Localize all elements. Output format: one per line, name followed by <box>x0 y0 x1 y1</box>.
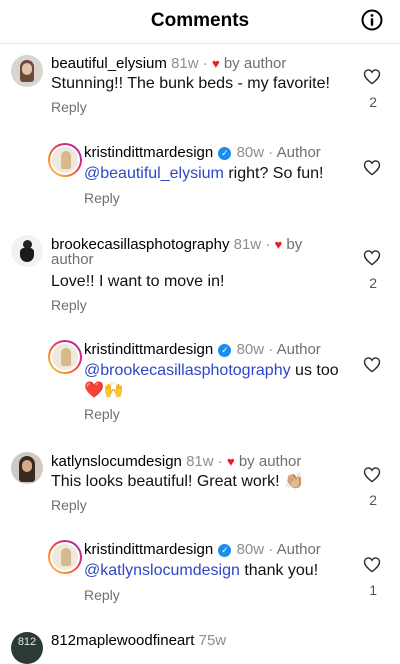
comment-reply-item: kristindittmardesign ✓ 80w · Author @bro… <box>0 340 400 424</box>
comment-meta: katlynslocumdesign 81w · ♥ by author <box>51 453 302 470</box>
comment-body: right? So fun! <box>223 165 324 182</box>
comment-item: beautiful_elysium 81w · ♥ by author Stun… <box>0 52 400 122</box>
avatar[interactable] <box>11 452 43 484</box>
comment-text: Stunning!! The bunk beds - my favorite! <box>51 75 330 92</box>
comment-meta: kristindittmardesign ✓ 80w · Author <box>84 341 321 358</box>
author-heart-icon: ♥ <box>274 237 283 252</box>
comment-time: 80w <box>236 144 265 161</box>
comment-username[interactable]: kristindittmardesign <box>84 541 213 558</box>
comment-time: 75w <box>198 632 227 649</box>
comment-meta: 812maplewoodfineart 75w <box>51 631 226 650</box>
comment-username[interactable]: kristindittmardesign <box>84 341 213 358</box>
avatar[interactable] <box>11 235 43 267</box>
heart-like-icon[interactable] <box>363 556 381 573</box>
reply-button[interactable]: Reply <box>84 587 120 603</box>
comment-text: @beautiful_elysium right? So fun! <box>84 163 324 184</box>
comment-item: katlynslocumdesign 81w · ♥ by author Thi… <box>0 450 400 520</box>
liked-by-author: by <box>286 236 303 253</box>
comment-meta-wrap: author <box>51 250 94 269</box>
comment-text: @katlynslocumdesign thank you! <box>84 560 318 581</box>
reply-button[interactable]: Reply <box>51 99 87 115</box>
comment-username[interactable]: beautiful_elysium <box>51 55 167 72</box>
heart-like-icon[interactable] <box>363 159 381 176</box>
comment-time: 80w <box>236 341 265 358</box>
reply-button[interactable]: Reply <box>51 297 87 313</box>
comment-meta: kristindittmardesign ✓ 80w · Author <box>84 144 321 161</box>
author-label: Author <box>276 541 321 558</box>
comment-time: 81w <box>186 453 214 470</box>
avatar[interactable] <box>48 540 82 574</box>
comment-item: 812 812maplewoodfineart 75w <box>0 630 400 664</box>
author-label: Author <box>276 341 321 358</box>
comment-item: brookecasillasphotography 81w · ♥ by aut… <box>0 233 400 317</box>
mention-link[interactable]: @katlynslocumdesign <box>84 562 240 579</box>
comment-meta: kristindittmardesign ✓ 80w · Author <box>84 541 321 558</box>
heart-like-icon[interactable] <box>363 356 381 373</box>
like-count: 2 <box>369 492 377 508</box>
author-heart-icon: ♥ <box>211 56 220 71</box>
comment-time: 80w <box>236 541 265 558</box>
mention-link[interactable]: @beautiful_elysium <box>84 165 224 182</box>
reply-button[interactable]: Reply <box>84 190 120 206</box>
avatar-text: 812 <box>17 636 37 648</box>
page-title: Comments <box>150 10 250 31</box>
heart-like-icon[interactable] <box>363 466 381 483</box>
author-heart-icon: ♥ <box>226 454 235 469</box>
comment-emoji: ❤️🙌 <box>84 382 124 399</box>
avatar[interactable] <box>11 55 43 87</box>
comment-time: 81w <box>233 236 262 253</box>
comment-body: us too <box>290 362 339 379</box>
comment-time: 81w <box>171 55 199 72</box>
like-count: 2 <box>369 275 377 291</box>
comment-username[interactable]: 812maplewoodfineart <box>51 632 194 649</box>
verified-icon: ✓ <box>218 147 232 160</box>
comment-text: This looks beautiful! Great work! 👏🏼 <box>51 473 304 490</box>
heart-like-icon[interactable] <box>363 68 381 85</box>
liked-by-author: by author <box>238 453 302 470</box>
reply-button[interactable]: Reply <box>51 497 87 513</box>
comment-username[interactable]: katlynslocumdesign <box>51 453 182 470</box>
author-label: Author <box>276 144 321 161</box>
comment-reply-item: kristindittmardesign ✓ 80w · Author @kat… <box>0 540 400 610</box>
liked-by-author-cont: author <box>51 251 94 268</box>
like-count: 1 <box>369 582 377 598</box>
reply-button[interactable]: Reply <box>84 406 120 422</box>
heart-like-icon[interactable] <box>363 249 381 266</box>
avatar[interactable] <box>48 340 82 374</box>
comment-meta: beautiful_elysium 81w · ♥ by author <box>51 55 287 72</box>
info-icon[interactable] <box>361 9 383 31</box>
verified-icon: ✓ <box>218 344 232 357</box>
avatar[interactable] <box>48 143 82 177</box>
comments-header: Comments <box>0 0 400 44</box>
avatar[interactable]: 812 <box>11 632 43 664</box>
like-count: 2 <box>369 94 377 110</box>
mention-link[interactable]: @brookecasillasphotography <box>84 362 291 379</box>
comment-body: thank you! <box>239 562 319 579</box>
liked-by-author: by author <box>223 55 287 72</box>
verified-icon: ✓ <box>218 544 232 557</box>
comment-text: Love!! I want to move in! <box>51 273 225 290</box>
comment-username[interactable]: kristindittmardesign <box>84 144 213 161</box>
comment-text: @brookecasillasphotography us too <box>84 360 339 381</box>
comment-reply-item: kristindittmardesign ✓ 80w · Author @bea… <box>0 143 400 213</box>
